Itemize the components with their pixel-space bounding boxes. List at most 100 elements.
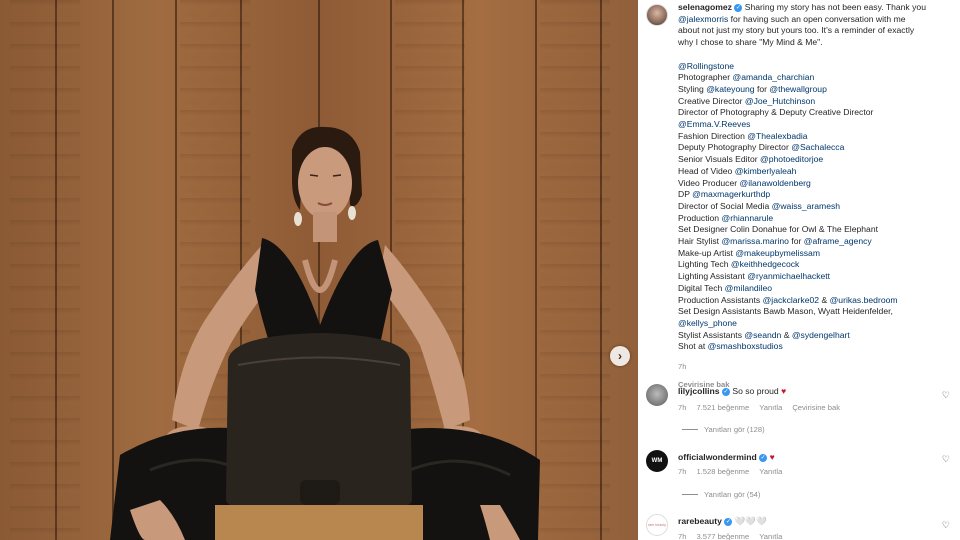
commenter-avatar[interactable]: WM [646, 450, 668, 472]
post-caption: selenagomez ✓ Sharing my story has not b… [638, 0, 960, 389]
mention-link[interactable]: @marissa.marino [721, 236, 788, 246]
commenter-avatar[interactable]: rare beauty [646, 514, 668, 536]
verified-badge-icon: ✓ [721, 387, 730, 396]
caption-line: Fashion Direction @Thealexbadia [678, 131, 956, 143]
caption-line: Creative Director @Joe_Hutchinson [678, 96, 956, 108]
reply-button[interactable]: Yanıtla [759, 403, 782, 412]
mention-link[interactable]: @kimberlyaleah [735, 166, 797, 176]
commenter-avatar[interactable] [646, 384, 668, 406]
mention-link[interactable]: @aframe_agency [804, 236, 872, 246]
comment-username[interactable]: officialwondermind [678, 452, 757, 462]
caption-fragment: for [788, 236, 804, 247]
mention-link[interactable]: @makeupbymelissam [735, 248, 820, 258]
caption-line: @kellys_phone [678, 318, 956, 330]
caption-line: Production Assistants @jackclarke02 & @u… [678, 295, 956, 307]
rarebeauty-logo: rare beauty [647, 523, 667, 527]
comment-likes[interactable]: 3.577 beğenme [696, 532, 749, 540]
mention-link[interactable]: @thewallgroup [769, 84, 826, 94]
caption-fragment: Lighting Tech [678, 259, 731, 270]
mention-link[interactable]: @ilanawoldenberg [739, 178, 810, 188]
translate-link[interactable]: Çevirisine bak [792, 403, 840, 412]
mention-link[interactable]: @seandn [744, 330, 781, 340]
mention-link[interactable]: @Sachalecca [791, 142, 844, 152]
caption-fragment: Director of Photography & Deputy Creativ… [678, 107, 874, 118]
mention-link[interactable]: @smashboxstudios [708, 341, 783, 351]
caption-fragment: Shot at [678, 341, 708, 352]
caption-line: @jalexmorris for having such an open con… [678, 14, 956, 26]
mention-link[interactable]: @Joe_Hutchinson [745, 96, 815, 106]
caption-line: Head of Video @kimberlyaleah [678, 166, 956, 178]
caption-fragment: about not just my story but yours too. I… [678, 25, 915, 36]
caption-line: @Emma.V.Reeves [678, 119, 956, 131]
author-username[interactable]: selenagomez [678, 2, 732, 12]
caption-fragment: & [781, 329, 792, 340]
caption-line: why I chose to share "My Mind & Me". [678, 37, 956, 49]
like-heart-icon[interactable]: ♡ [942, 454, 950, 465]
mention-link[interactable]: @kateyoung [706, 84, 754, 94]
verified-badge-icon: ✓ [724, 517, 733, 526]
like-heart-icon[interactable]: ♡ [942, 520, 950, 531]
mention-link[interactable]: @photoeditorjoe [760, 154, 823, 164]
comments-panel: selenagomez ✓ Sharing my story has not b… [638, 0, 960, 540]
red-heart-icon: ♥ [769, 452, 775, 462]
mention-link[interactable]: @amanda_charchian [732, 72, 814, 82]
mention-link[interactable]: @maxmagerkurthdp [692, 189, 770, 199]
caption-line: Senior Visuals Editor @photoeditorjoe [678, 154, 956, 166]
caption-fragment: Production Assistants [678, 294, 763, 305]
mention-link[interactable]: @sydengelhart [792, 330, 850, 340]
caption-fragment: DP [678, 189, 693, 200]
mention-link[interactable]: @urikas.bedroom [830, 295, 898, 305]
caption-fragment: Head of Video [678, 165, 735, 176]
comment-likes[interactable]: 7.521 beğenme [696, 403, 749, 412]
mention-link[interactable]: @ryanmichaelhackett [747, 271, 830, 281]
author-avatar[interactable] [646, 4, 668, 26]
comment-body: lilyjcollins ✓ So so proud ♥ [678, 386, 786, 396]
post-photo[interactable]: › [0, 0, 638, 540]
caption-fragment: Hair Stylist [678, 236, 722, 247]
caption-line: Photographer @amanda_charchian [678, 72, 956, 84]
mention-link[interactable]: @Thealexbadia [747, 131, 807, 141]
mention-link[interactable]: @milandileo [725, 283, 772, 293]
caption-line: Lighting Assistant @ryanmichaelhackett [678, 271, 956, 283]
mention-link[interactable]: @jalexmorris [678, 14, 728, 24]
wondermind-logo: WM [651, 458, 663, 464]
view-replies-button[interactable]: Yanıtları gör (128) [682, 425, 765, 434]
comment-meta: 7h 3.577 beğenme Yanıtla [678, 532, 782, 540]
mention-link[interactable]: @kellys_phone [678, 318, 737, 328]
caption-line: Set Design Assistants Bawb Mason, Wyatt … [678, 306, 956, 318]
comment-body: officialwondermind ✓ ♥ [678, 452, 775, 462]
like-heart-icon[interactable]: ♡ [942, 390, 950, 401]
caption-meta: 7h [678, 361, 956, 373]
comment-item: WM officialwondermind ✓ ♥ 7h 1.528 beğen… [638, 448, 960, 508]
caption-fragment: Creative Director [678, 95, 745, 106]
instagram-post-view: › selenagomez ✓ Sharing my story has not… [0, 0, 960, 540]
comment-likes[interactable]: 1.528 beğenme [696, 467, 749, 476]
mention-link[interactable]: @Rollingstone [678, 61, 734, 71]
comment-time: 7h [678, 532, 687, 540]
caption-fragment: for [754, 83, 770, 94]
verified-badge-icon: ✓ [734, 3, 743, 12]
caption-line: Video Producer @ilanawoldenberg [678, 178, 956, 190]
view-replies-label: Yanıtları gör (128) [704, 425, 765, 434]
reply-button[interactable]: Yanıtla [759, 532, 782, 540]
caption-fragment: Sharing my story has not been easy. Than… [744, 2, 926, 12]
reply-button[interactable]: Yanıtla [759, 467, 782, 476]
caption-line: Stylist Assistants @seandn & @sydengelha… [678, 330, 956, 342]
mention-link[interactable]: @rhiannarule [721, 213, 773, 223]
mention-link[interactable]: @keithhedgecock [731, 259, 799, 269]
mention-link[interactable]: @jackclarke02 [763, 295, 820, 305]
comment-username[interactable]: lilyjcollins [678, 386, 720, 396]
mention-link[interactable]: @Emma.V.Reeves [678, 119, 750, 129]
view-replies-label: Yanıtları gör (54) [704, 490, 761, 499]
next-photo-button[interactable]: › [610, 346, 630, 366]
caption-fragment: Styling [678, 83, 707, 94]
mention-link[interactable]: @waiss_aramesh [772, 201, 840, 211]
caption-fragment: Senior Visuals Editor [678, 154, 761, 165]
chevron-right-icon: › [618, 349, 622, 363]
view-replies-button[interactable]: Yanıtları gör (54) [682, 490, 760, 499]
red-heart-icon: ♥ [781, 386, 787, 396]
caption-text: selenagomez ✓ Sharing my story has not b… [678, 2, 956, 391]
comment-meta: 7h 7.521 beğenme Yanıtla Çevirisine bak [678, 403, 840, 412]
comment-username[interactable]: rarebeauty [678, 516, 722, 526]
comment-text: So so proud [732, 386, 779, 396]
